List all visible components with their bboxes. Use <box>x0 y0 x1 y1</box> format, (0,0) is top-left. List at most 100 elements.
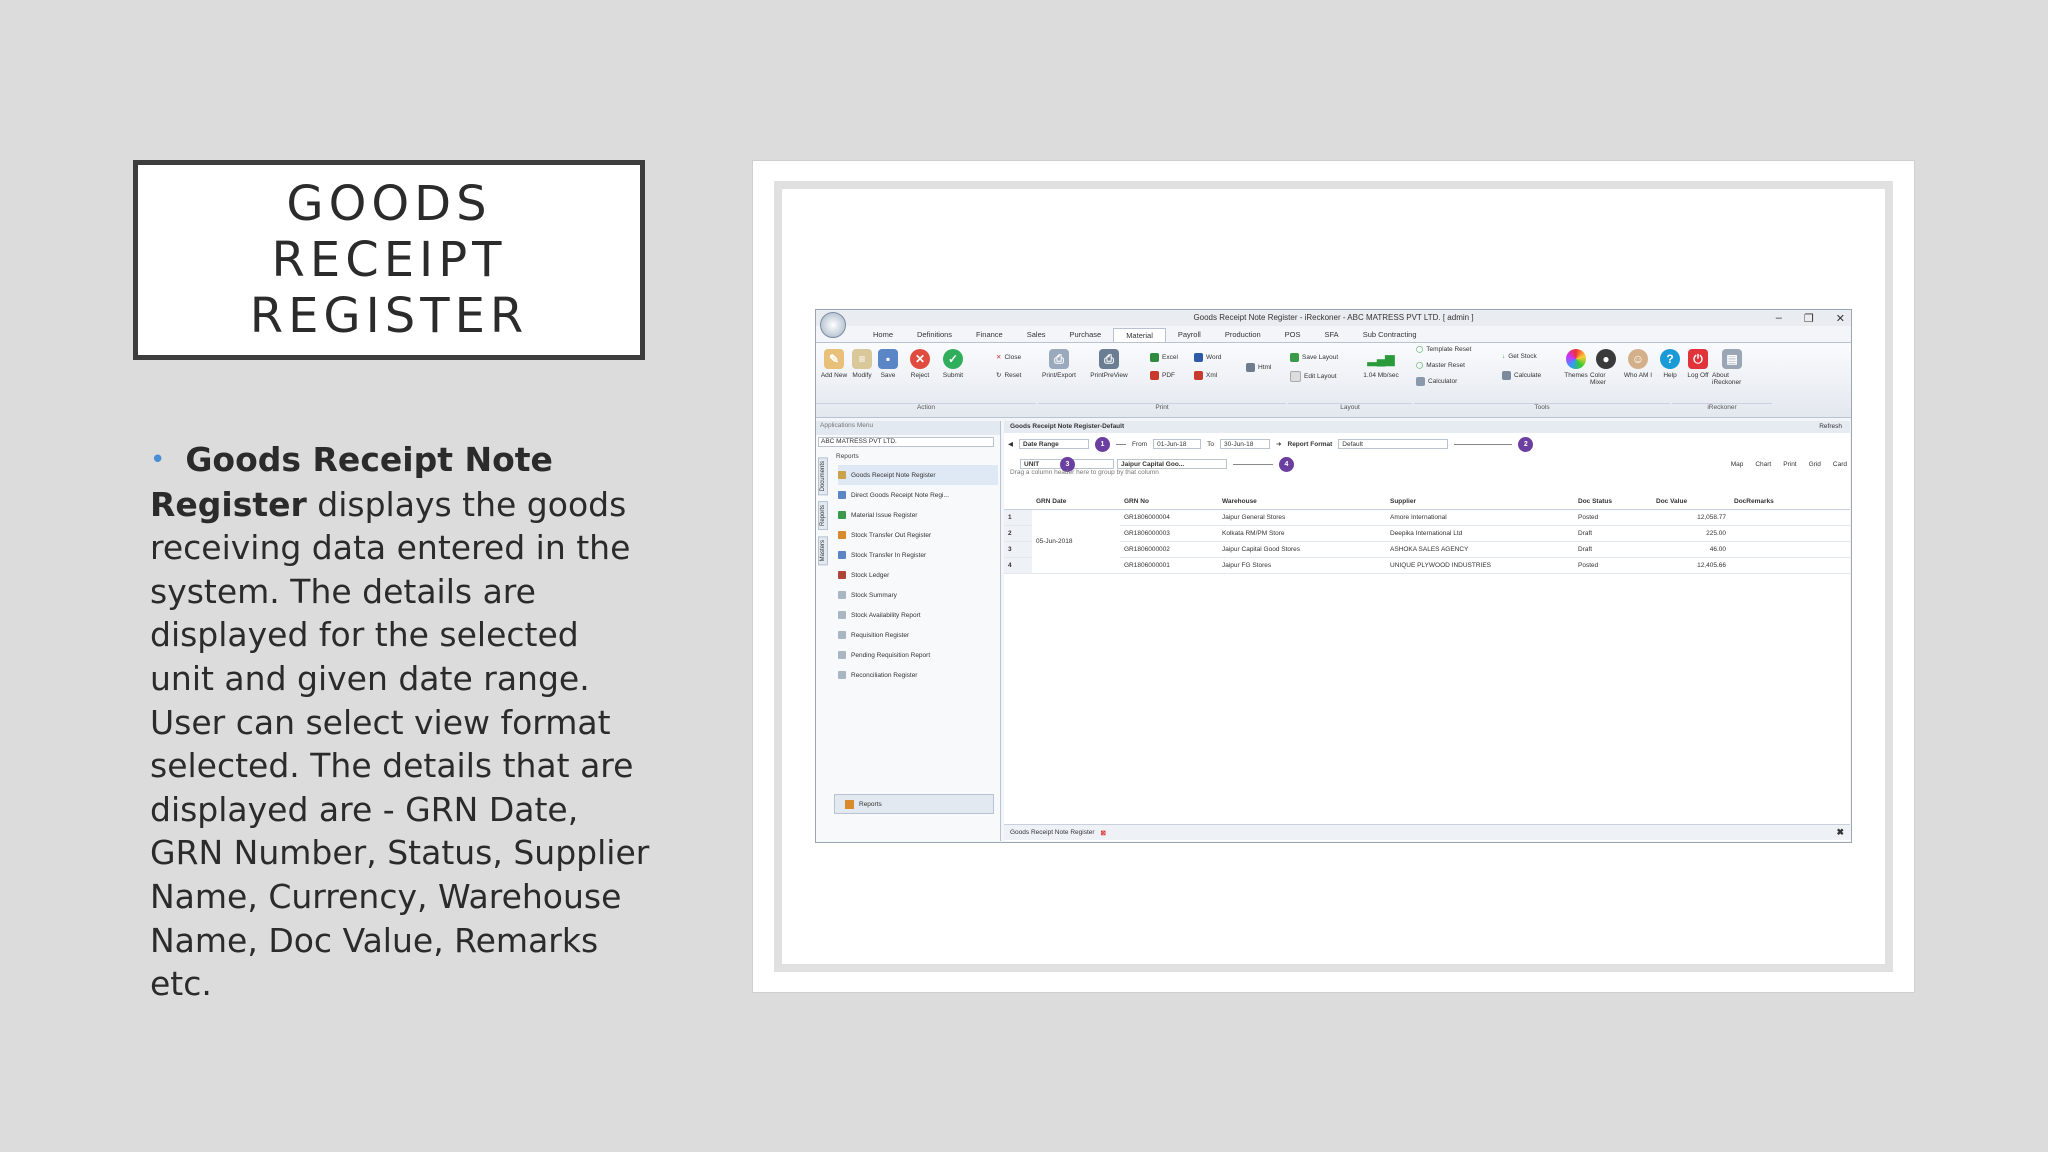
edit-layout-button[interactable]: Edit Layout <box>1290 371 1337 382</box>
tab-close-icon[interactable]: ⊠ <box>1101 829 1106 837</box>
reject-button[interactable]: ✕ Reject <box>904 349 936 379</box>
sidebar-item-requisition-register[interactable]: Requisition Register <box>838 625 998 645</box>
document-tab-grn-register[interactable]: Goods Receipt Note Register <box>1010 829 1095 836</box>
warehouse-cell: Jaipur Capital Good Stores <box>1218 541 1386 558</box>
calculator-label: Calculator <box>1428 378 1458 385</box>
close-icon[interactable]: ✕ <box>1836 312 1845 325</box>
unit-value-select[interactable]: Jaipur Capital Goo... <box>1117 459 1227 469</box>
refresh-button[interactable]: Refresh <box>1819 423 1842 430</box>
company-select[interactable]: ABC MATRESS PVT LTD. <box>818 437 994 447</box>
table-row[interactable]: 2 GR1806000003 Kolkata RM/PM Store Deepi… <box>1004 525 1850 542</box>
who-am-i-button[interactable]: ☺ Who AM I <box>1622 349 1654 379</box>
vtab-documents[interactable]: Documents <box>818 457 828 496</box>
sidebar-item-pending-requisition[interactable]: Pending Requisition Report <box>838 645 998 665</box>
pdf-button[interactable]: PDF <box>1150 371 1175 380</box>
sidebar-item-stock-transfer-in[interactable]: Stock Transfer In Register <box>838 545 998 565</box>
template-reset-button[interactable]: ◯ Template Reset <box>1416 345 1471 354</box>
minimize-icon[interactable]: – <box>1776 312 1782 325</box>
print-export-button[interactable]: ⎙ Print/Export <box>1038 349 1080 379</box>
tab-home[interactable]: Home <box>861 328 905 342</box>
sidebar-item-direct-grn-register[interactable]: Direct Goods Receipt Note Regi... <box>838 485 998 505</box>
grid-button[interactable]: Grid <box>1806 461 1824 468</box>
calculate-button[interactable]: Calculate <box>1502 371 1541 380</box>
tab-production[interactable]: Production <box>1213 328 1273 342</box>
sidebar-item-reconciliation-register[interactable]: Reconciliation Register <box>838 665 998 685</box>
column-header-grn-date[interactable]: GRN Date <box>1032 493 1120 510</box>
tab-pos[interactable]: POS <box>1273 328 1313 342</box>
html-button[interactable]: Html <box>1246 363 1271 372</box>
vtab-masters[interactable]: Masters <box>818 536 828 566</box>
tab-sfa[interactable]: SFA <box>1313 328 1351 342</box>
html-icon <box>1246 363 1255 372</box>
submit-button[interactable]: ✓ Submit <box>937 349 969 379</box>
close-button[interactable]: ✕ Close <box>996 353 1021 362</box>
app-titlebar: Goods Receipt Note Register - iReckoner … <box>816 310 1851 326</box>
vtab-reports[interactable]: Reports <box>818 501 828 531</box>
tab-payroll[interactable]: Payroll <box>1166 328 1213 342</box>
print-preview-button[interactable]: ⎙ PrintPreView <box>1086 349 1132 379</box>
card-button[interactable]: Card <box>1830 461 1850 468</box>
about-button[interactable]: ▤ About iReckoner <box>1712 349 1752 386</box>
tab-finance[interactable]: Finance <box>964 328 1015 342</box>
back-arrow-icon[interactable]: ◀ <box>1008 440 1013 448</box>
table-header-row: GRN Date GRN No Warehouse Supplier Doc S… <box>1004 493 1850 510</box>
report-format-select[interactable]: Default <box>1338 439 1449 449</box>
row-number: 3 <box>1004 541 1032 558</box>
excel-button[interactable]: Excel <box>1150 353 1178 362</box>
save-layout-button[interactable]: Save Layout <box>1290 353 1338 362</box>
html-label: Html <box>1258 364 1272 371</box>
tab-purchase[interactable]: Purchase <box>1058 328 1114 342</box>
map-button[interactable]: Map <box>1728 461 1747 468</box>
print-button[interactable]: Print <box>1780 461 1799 468</box>
close-all-icon[interactable]: ✖ <box>1836 827 1844 838</box>
tab-definitions[interactable]: Definitions <box>905 328 964 342</box>
reset-label: Reset <box>1004 371 1022 379</box>
sidebar-item-stock-ledger[interactable]: Stock Ledger <box>838 565 998 585</box>
xml-label: Xml <box>1206 372 1218 379</box>
sidebar-item-stock-availability[interactable]: Stock Availability Report <box>838 605 998 625</box>
slide-title: GOODS RECEIPT REGISTER <box>159 176 619 344</box>
column-header-doc-status[interactable]: Doc Status <box>1574 493 1652 510</box>
date-range-select[interactable]: Date Range <box>1019 439 1089 449</box>
column-header-grn-no[interactable]: GRN No <box>1120 493 1218 510</box>
master-reset-button[interactable]: ◯ Master Reset <box>1416 361 1465 370</box>
forward-arrow-icon[interactable]: ➜ <box>1276 440 1281 448</box>
from-date-input[interactable]: 01-Jun-18 <box>1153 439 1202 449</box>
save-button[interactable]: ▪ Save <box>872 349 904 379</box>
reset-button[interactable]: ↻ Reset <box>996 371 1022 380</box>
column-header-supplier[interactable]: Supplier <box>1386 493 1574 510</box>
to-date-input[interactable]: 30-Jun-18 <box>1220 439 1271 449</box>
calculator-button[interactable]: Calculator <box>1416 377 1457 386</box>
app-menu-orb-icon[interactable] <box>820 312 846 338</box>
themes-icon <box>1566 349 1586 369</box>
word-button[interactable]: Word <box>1194 353 1221 362</box>
sidebar-item-stock-summary[interactable]: Stock Summary <box>838 585 998 605</box>
color-mixer-button[interactable]: ● Color Mixer <box>1590 349 1622 386</box>
table-row[interactable]: 1 05-Jun-2018 GR1806000004 Jaipur Genera… <box>1004 509 1850 574</box>
sidebar-item-grn-register[interactable]: Goods Receipt Note Register <box>838 465 998 485</box>
tab-sales[interactable]: Sales <box>1015 328 1058 342</box>
group-ireckoner: iReckoner <box>1672 403 1772 416</box>
xml-button[interactable]: Xml <box>1194 371 1217 380</box>
doc-remarks-cell <box>1730 557 1850 574</box>
chart-button[interactable]: Chart <box>1752 461 1774 468</box>
log-off-button[interactable]: ⏻ Log Off <box>1682 349 1714 379</box>
themes-button[interactable]: Themes <box>1560 349 1592 379</box>
sidebar-item-stock-transfer-out[interactable]: Stock Transfer Out Register <box>838 525 998 545</box>
save-label: Save <box>880 372 896 379</box>
tab-sub-contracting[interactable]: Sub Contracting <box>1351 328 1429 342</box>
sidebar-item-material-issue-register[interactable]: Material Issue Register <box>838 505 998 525</box>
get-stock-button[interactable]: ↓ Get Stock <box>1502 353 1537 360</box>
table-row[interactable]: 4 GR1806000001 Jaipur FG Stores UNIQUE P… <box>1004 557 1850 574</box>
applications-menu-panel: Applications Menu ABC MATRESS PVT LTD. D… <box>816 421 1001 841</box>
column-header-warehouse[interactable]: Warehouse <box>1218 493 1386 510</box>
ribbon-tabs: Home Definitions Finance Sales Purchase … <box>861 328 1429 342</box>
report-icon <box>838 531 846 539</box>
restore-icon[interactable]: ❐ <box>1804 312 1814 325</box>
reports-nav-button[interactable]: Reports <box>834 794 994 814</box>
table-row[interactable]: 3 GR1806000002 Jaipur Capital Good Store… <box>1004 541 1850 558</box>
column-header-doc-value[interactable]: Doc Value <box>1652 493 1730 510</box>
tab-material[interactable]: Material <box>1113 328 1166 342</box>
connector-line <box>1116 443 1126 445</box>
column-header-doc-remarks[interactable]: DocRemarks <box>1730 493 1850 510</box>
